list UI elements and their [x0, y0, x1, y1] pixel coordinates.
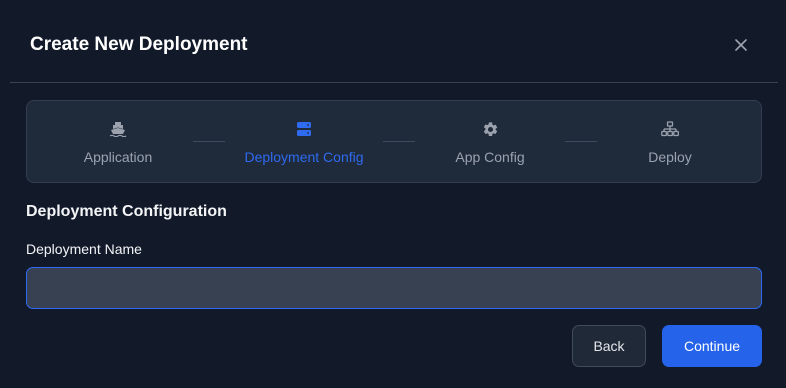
- gear-icon: [481, 120, 499, 138]
- step-deploy[interactable]: Deploy: [585, 101, 755, 182]
- header-divider: [10, 82, 778, 83]
- modal-title: Create New Deployment: [30, 34, 248, 55]
- stepper: Application Deployment Config App Config…: [26, 100, 762, 183]
- step-label: Deploy: [648, 149, 692, 165]
- step-label: Application: [83, 149, 153, 165]
- step-application[interactable]: Application: [33, 101, 203, 182]
- ship-icon: [109, 120, 127, 138]
- deployment-name-label: Deployment Name: [26, 241, 142, 257]
- back-button[interactable]: Back: [572, 325, 646, 367]
- deployment-name-input[interactable]: [26, 267, 762, 309]
- server-icon: [295, 120, 313, 138]
- close-icon: [735, 38, 747, 56]
- close-button[interactable]: [730, 36, 752, 58]
- continue-button[interactable]: Continue: [662, 325, 762, 367]
- step-deployment-config[interactable]: Deployment Config: [219, 101, 389, 182]
- step-label: Deployment Config: [244, 149, 364, 165]
- network-icon: [661, 120, 679, 138]
- section-heading: Deployment Configuration: [26, 203, 227, 220]
- step-label: App Config: [455, 149, 525, 165]
- step-app-config[interactable]: App Config: [405, 101, 575, 182]
